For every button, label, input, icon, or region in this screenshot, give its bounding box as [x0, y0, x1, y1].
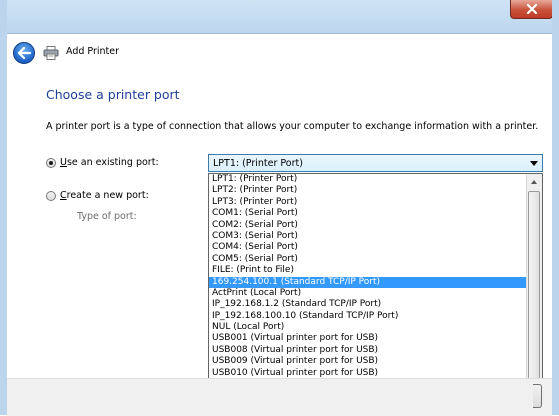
port-list-item[interactable]: LPT1: (Printer Port)	[209, 174, 526, 185]
close-icon	[526, 4, 537, 14]
port-list-item[interactable]: IP_192.168.1.2 (Standard TCP/IP Port)	[209, 299, 526, 310]
use-existing-port-label[interactable]: Use an existing port:	[60, 157, 159, 168]
port-list-item[interactable]: FILE: (Print to File)	[209, 265, 526, 276]
window-title: Add Printer	[66, 46, 120, 57]
wizard-footer	[7, 378, 552, 416]
port-list: LPT1: (Printer Port) LPT2: (Printer Port)…	[209, 174, 526, 379]
next-button[interactable]	[533, 384, 542, 408]
back-button[interactable]	[13, 42, 35, 64]
port-list-item[interactable]: USB001 (Virtual printer port for USB)	[209, 333, 526, 344]
port-list-item[interactable]: COM1: (Serial Port)	[209, 208, 526, 219]
accelerator-key: C	[60, 190, 67, 201]
port-list-item[interactable]: NUL (Local Port)	[209, 322, 526, 333]
printer-icon	[43, 46, 59, 60]
port-list-item[interactable]: LPT2: (Printer Port)	[209, 185, 526, 196]
window-frame-left	[0, 0, 7, 415]
chevron-down-icon[interactable]	[530, 161, 538, 166]
label-text: reate a new port:	[66, 190, 149, 201]
window-frame-right	[552, 0, 559, 415]
wizard-header: Add Printer	[7, 34, 552, 66]
port-list-item[interactable]: IP_192.168.100.10 (Standard TCP/IP Port)	[209, 311, 526, 322]
title-bar	[0, 0, 559, 34]
create-new-port-radio[interactable]	[46, 191, 56, 201]
port-list-item[interactable]: USB008 (Virtual printer port for USB)	[209, 345, 526, 356]
label-text: se an existing port:	[66, 157, 159, 168]
create-new-port-label[interactable]: Create a new port:	[60, 190, 149, 201]
port-list-item[interactable]: COM4: (Serial Port)	[209, 242, 526, 253]
scroll-up-arrow-icon[interactable]	[531, 180, 537, 184]
back-arrow-icon	[17, 47, 31, 59]
use-existing-port-radio[interactable]	[46, 158, 56, 168]
port-list-item[interactable]: COM3: (Serial Port)	[209, 231, 526, 242]
scroll-thumb[interactable]	[528, 191, 540, 396]
port-list-item[interactable]: 169.254.100.1 (Standard TCP/IP Port)	[209, 276, 526, 288]
port-list-item[interactable]: ActPrint (Local Port)	[209, 288, 526, 299]
close-button[interactable]	[510, 0, 553, 19]
port-list-item[interactable]: USB009 (Virtual printer port for USB)	[209, 356, 526, 367]
port-list-item[interactable]: COM5: (Serial Port)	[209, 254, 526, 265]
page-description: A printer port is a type of connection t…	[46, 121, 539, 132]
port-combobox[interactable]: LPT1: (Printer Port)	[208, 154, 543, 172]
port-combobox-value: LPT1: (Printer Port)	[213, 158, 303, 169]
type-of-port-label: Type of port:	[77, 211, 137, 222]
port-list-item[interactable]: COM2: (Serial Port)	[209, 220, 526, 231]
port-list-item[interactable]: LPT3: (Printer Port)	[209, 197, 526, 208]
page-heading: Choose a printer port	[46, 87, 180, 102]
accelerator-key: U	[60, 157, 67, 168]
